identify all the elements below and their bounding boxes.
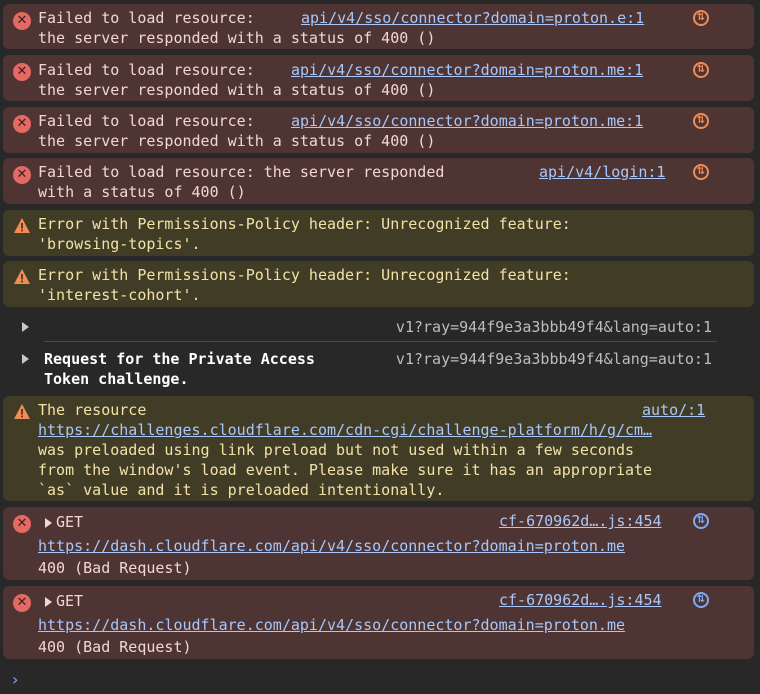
request-url-link[interactable]: https://dash.cloudflare.com/api/v4/sso/c… [38, 615, 625, 635]
error-text: Failed to load resource: [38, 9, 255, 27]
error-text: the server responded with a status of 40… [38, 132, 436, 150]
source-link[interactable]: auto/:1 [642, 400, 705, 420]
error-text: the server responded with a status of 40… [38, 81, 436, 99]
warning-text: was preloaded using link preload but not… [38, 441, 635, 459]
network-icon[interactable]: ⇅ [693, 62, 709, 78]
console-warning-message[interactable]: Error with Permissions-Policy header: Un… [3, 210, 754, 256]
request-method[interactable]: GET [45, 591, 83, 611]
warning-text: The resource [38, 401, 147, 419]
expand-triangle-icon[interactable] [45, 596, 52, 607]
method-label: GET [56, 592, 84, 610]
devtools-console: ✕ Failed to load resource: api/v4/sso/co… [0, 0, 760, 694]
console-error-message[interactable]: ✕ Failed to load resource: api/v4/sso/co… [3, 4, 754, 49]
network-icon[interactable]: ⇅ [693, 513, 709, 529]
source-link[interactable]: cf-670962d….js:454 [499, 511, 662, 531]
error-icon: ✕ [13, 594, 31, 612]
console-error-message[interactable]: ✕ Failed to load resource: api/v4/sso/co… [3, 55, 754, 101]
error-text: Failed to load resource: [38, 112, 255, 130]
source-link[interactable]: api/v4/sso/connector?domain=proton.me:1 [291, 60, 643, 80]
error-text: the server responded with a status of 40… [38, 29, 436, 47]
request-method[interactable]: GET [45, 512, 83, 532]
error-icon: ✕ [13, 12, 31, 30]
status-text: 400 (Bad Request) [38, 638, 192, 656]
network-icon[interactable]: ⇅ [693, 592, 709, 608]
group-label: Token challenge. [44, 370, 189, 388]
console-prompt[interactable]: › [12, 670, 18, 690]
source-link[interactable]: api/v4/sso/connector?domain=proton.me:1 [291, 111, 643, 131]
error-text: Failed to load resource: the server resp… [38, 163, 445, 181]
source-link[interactable]: api/v4/sso/connector?domain=proton.e:1 [301, 8, 644, 28]
source-link[interactable]: api/v4/login:1 [539, 162, 665, 182]
error-icon: ✕ [13, 115, 31, 133]
expand-triangle-icon[interactable] [22, 322, 29, 332]
group-label: Request for the Private Access [44, 350, 315, 368]
expand-triangle-icon[interactable] [22, 354, 29, 364]
console-error-message[interactable]: ✕ Failed to load resource: the server re… [3, 158, 754, 204]
console-network-error[interactable]: ✕ GET cf-670962d….js:454 ⇅ https://dash.… [3, 507, 754, 580]
warning-text: Error with Permissions-Policy header: Un… [38, 266, 571, 284]
group-source[interactable]: v1?ray=944f9e3a3bbb49f4&lang=auto:1 [396, 349, 712, 369]
console-group[interactable]: Request for the Private Access Token cha… [0, 348, 760, 390]
warning-text: 'browsing-topics'. [38, 235, 201, 253]
console-error-message[interactable]: ✕ Failed to load resource: api/v4/sso/co… [3, 107, 754, 153]
request-url-link[interactable]: https://dash.cloudflare.com/api/v4/sso/c… [38, 536, 625, 556]
console-network-error[interactable]: ✕ GET cf-670962d….js:454 ⇅ https://dash.… [3, 586, 754, 659]
warning-text: Error with Permissions-Policy header: Un… [38, 215, 571, 233]
network-icon[interactable]: ⇅ [693, 164, 709, 180]
network-icon[interactable]: ⇅ [693, 113, 709, 129]
status-text: 400 (Bad Request) [38, 559, 192, 577]
warning-icon [14, 218, 30, 233]
resource-url-link[interactable]: https://challenges.cloudflare.com/cdn-cg… [38, 420, 652, 440]
method-label: GET [56, 513, 84, 531]
group-source[interactable]: v1?ray=944f9e3a3bbb49f4&lang=auto:1 [396, 317, 712, 337]
warning-text: `as` value and it is preloaded intention… [38, 481, 445, 499]
warning-icon [14, 269, 30, 284]
console-group[interactable]: v1?ray=944f9e3a3bbb49f4&lang=auto:1 [0, 316, 760, 338]
source-link[interactable]: cf-670962d….js:454 [499, 590, 662, 610]
error-icon: ✕ [13, 63, 31, 81]
console-warning-message[interactable]: Error with Permissions-Policy header: Un… [3, 261, 754, 307]
error-text: Failed to load resource: [38, 61, 255, 79]
expand-triangle-icon[interactable] [45, 517, 52, 528]
console-warning-message[interactable]: The resource auto/:1 https://challenges.… [3, 396, 754, 501]
network-icon[interactable]: ⇅ [693, 10, 709, 26]
error-text: with a status of 400 () [38, 183, 246, 201]
error-icon: ✕ [13, 166, 31, 184]
warning-text: from the window's load event. Please mak… [38, 461, 653, 479]
error-icon: ✕ [13, 515, 31, 533]
divider [44, 341, 717, 342]
warning-text: 'interest-cohort'. [38, 286, 201, 304]
warning-icon [14, 404, 30, 419]
